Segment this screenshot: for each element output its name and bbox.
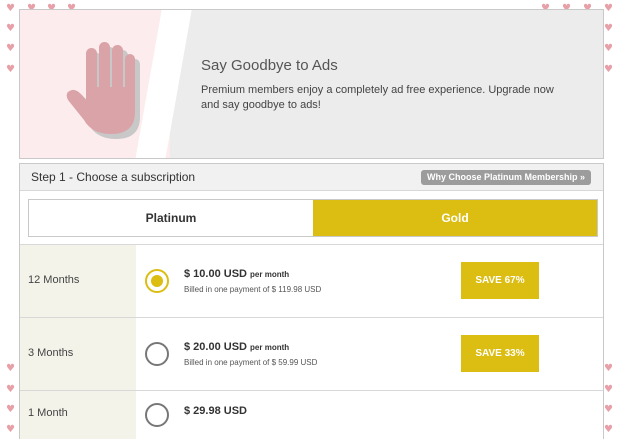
- plan-billing-note: Billed in one payment of $ 59.99 USD: [184, 358, 318, 367]
- plan-radio-3-months[interactable]: [145, 342, 169, 366]
- plan-row-1-month[interactable]: 1 Month $ 29.98 USD: [20, 390, 603, 439]
- plan-duration-label: 3 Months: [28, 347, 74, 359]
- heart-icon: ♥: [6, 363, 15, 374]
- ad-free-banner: Say Goodbye to Ads Premium members enjoy…: [19, 9, 604, 159]
- tab-gold[interactable]: Gold: [313, 200, 597, 236]
- plan-duration-cell: 1 Month: [20, 391, 136, 439]
- membership-tabs: Platinum Gold: [28, 199, 598, 237]
- plan-row-12-months[interactable]: 12 Months $ 10.00 USD per month Billed i…: [20, 244, 603, 317]
- plan-radio-12-months[interactable]: [145, 269, 169, 293]
- plan-price-amount: $ 29.98 USD: [184, 405, 247, 417]
- heart-icon: ♥: [604, 3, 613, 14]
- stop-hand-icon: [66, 42, 140, 139]
- plan-price: $ 10.00 USD per month: [184, 268, 289, 280]
- heart-icon: ♥: [604, 363, 613, 374]
- why-platinum-button[interactable]: Why Choose Platinum Membership »: [420, 170, 591, 185]
- plan-duration-cell: 3 Months: [20, 318, 136, 390]
- plan-radio-1-month[interactable]: [145, 403, 169, 427]
- heart-icon: ♥: [604, 43, 613, 54]
- heart-icon: ♥: [6, 43, 15, 54]
- plan-price-amount: $ 20.00 USD: [184, 341, 247, 353]
- heart-icon: ♥: [6, 23, 15, 34]
- heart-icon: ♥: [604, 424, 613, 435]
- heart-icon: ♥: [6, 3, 15, 14]
- step-title: Step 1 - Choose a subscription: [31, 170, 196, 184]
- plan-row-3-months[interactable]: 3 Months $ 20.00 USD per month Billed in…: [20, 317, 603, 390]
- plan-list: 12 Months $ 10.00 USD per month Billed i…: [20, 244, 603, 439]
- plan-duration-cell: 12 Months: [20, 245, 136, 317]
- heart-icon: ♥: [604, 384, 613, 395]
- plan-billing-note: Billed in one payment of $ 119.98 USD: [184, 285, 322, 294]
- banner-title: Say Goodbye to Ads: [201, 57, 338, 74]
- plan-price-period: per month: [250, 270, 290, 279]
- save-badge-3-months[interactable]: SAVE 33%: [461, 335, 539, 372]
- plan-duration-label: 1 Month: [28, 407, 68, 419]
- heart-icon: ♥: [6, 384, 15, 395]
- tab-platinum[interactable]: Platinum: [29, 200, 313, 236]
- heart-icon: ♥: [6, 64, 15, 75]
- plan-price-period: per month: [250, 343, 290, 352]
- plan-price: $ 20.00 USD per month: [184, 341, 289, 353]
- heart-icon: ♥: [604, 64, 613, 75]
- heart-icon: ♥: [604, 404, 613, 415]
- subscription-panel: Step 1 - Choose a subscription Why Choos…: [19, 163, 604, 439]
- save-badge-12-months[interactable]: SAVE 67%: [461, 262, 539, 299]
- banner-description: Premium members enjoy a completely ad fr…: [201, 84, 554, 111]
- heart-icon: ♥: [6, 404, 15, 415]
- plan-price-amount: $ 10.00 USD: [184, 268, 247, 280]
- heart-icon: ♥: [604, 23, 613, 34]
- heart-icon: ♥: [6, 424, 15, 435]
- plan-duration-label: 12 Months: [28, 274, 80, 286]
- panel-header: Step 1 - Choose a subscription Why Choos…: [20, 164, 603, 191]
- plan-price: $ 29.98 USD: [184, 405, 247, 417]
